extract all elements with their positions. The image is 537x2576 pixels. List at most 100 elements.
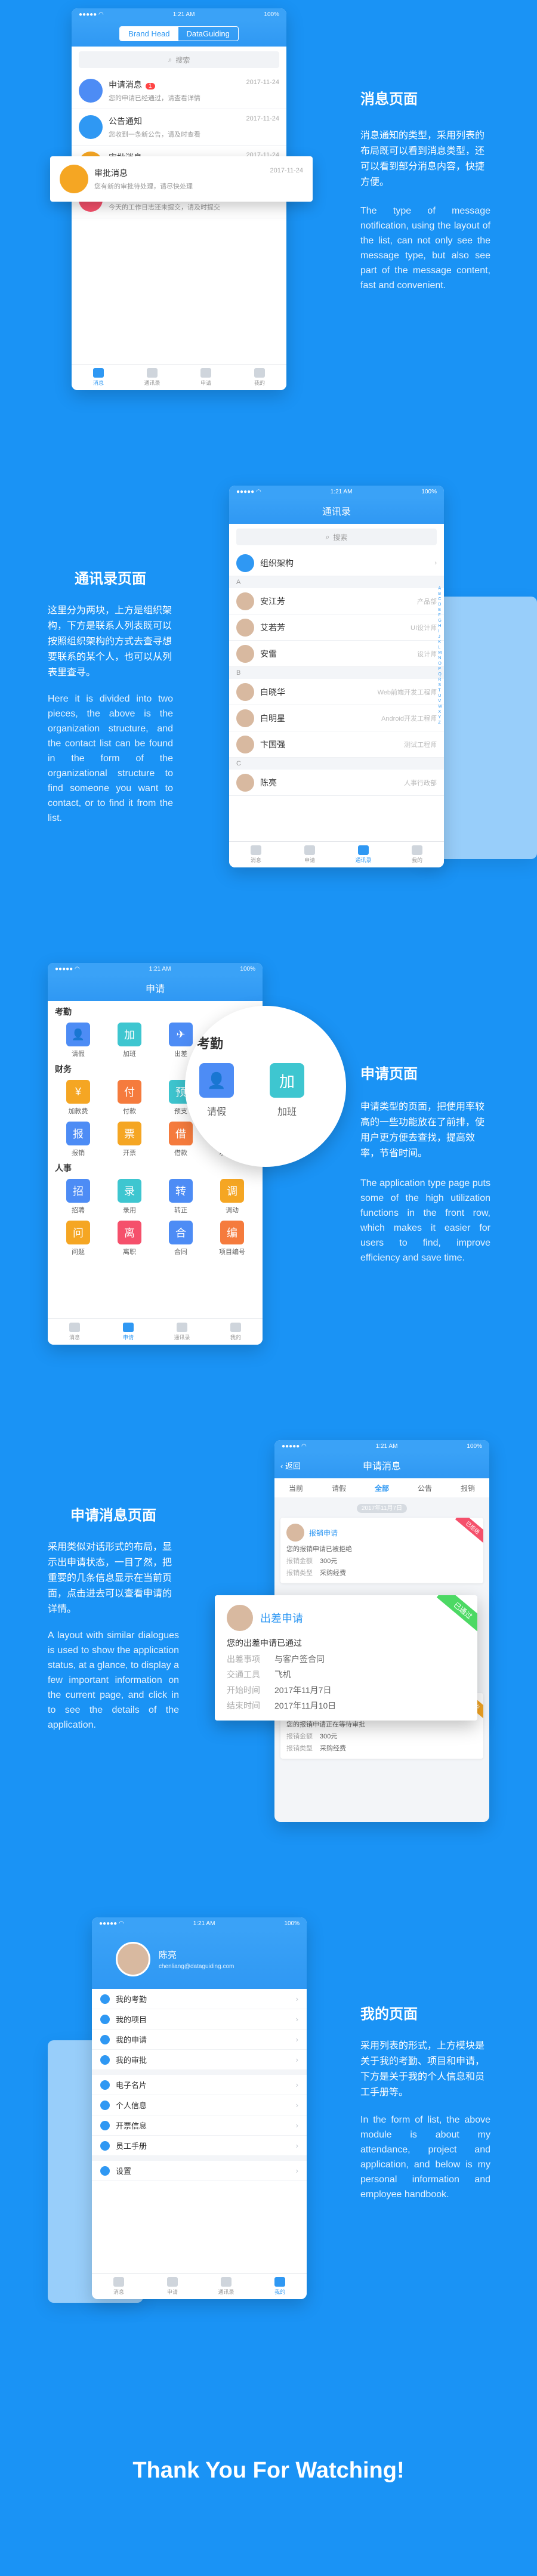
tab-1[interactable]: 申请 <box>101 1319 155 1345</box>
apply-item[interactable]: 转转正 <box>155 1179 206 1215</box>
contact-row[interactable]: 安江芳 产品部 <box>229 588 444 614</box>
apply-item[interactable]: 👤 请假 <box>53 1023 104 1058</box>
index-letter[interactable]: G <box>438 618 442 623</box>
menu-item[interactable]: 我的申请 › <box>92 2030 307 2050</box>
index-letter[interactable]: W <box>438 704 442 709</box>
index-letter[interactable]: N <box>438 656 442 661</box>
index-letter[interactable]: X <box>438 709 442 715</box>
tab-0[interactable]: 消息 <box>48 1319 101 1345</box>
tab-3[interactable]: 我的 <box>233 365 286 390</box>
apply-item[interactable]: 离离职 <box>104 1221 155 1256</box>
menu-item[interactable]: 开票信息 › <box>92 2115 307 2136</box>
index-letter[interactable]: K <box>438 640 442 645</box>
index-letter[interactable]: R <box>438 677 442 682</box>
apply-item[interactable]: 编项目编号 <box>206 1221 258 1256</box>
tab-3[interactable]: 我的 <box>209 1319 263 1345</box>
index-letter[interactable]: T <box>438 688 442 693</box>
zoom-apply-item[interactable]: 👤 请假 <box>199 1063 234 1118</box>
alpha-index[interactable]: ABCDEFGHIJKLMNOPQRSTUVWXYZ <box>438 586 442 725</box>
apply-item[interactable]: 合合同 <box>155 1221 206 1256</box>
menu-item[interactable]: 员工手册 › <box>92 2136 307 2156</box>
tab-1[interactable]: 申请 <box>283 842 337 867</box>
tab-1[interactable]: 申请 <box>146 2274 199 2299</box>
menu-item[interactable]: 设置 › <box>92 2161 307 2181</box>
segment-dataguiding[interactable]: DataGuiding <box>178 27 238 41</box>
contact-row[interactable]: 安雷 设计师 <box>229 641 444 667</box>
index-letter[interactable]: D <box>438 602 442 607</box>
apply-item[interactable]: 调调动 <box>206 1179 258 1215</box>
contact-row[interactable]: 白明星 Android开发工程师 <box>229 705 444 731</box>
apply-item[interactable]: ¥ 加款费 <box>53 1080 104 1116</box>
index-letter[interactable]: I <box>438 629 442 634</box>
tab-0[interactable]: 消息 <box>92 2274 146 2299</box>
back-button[interactable]: ‹ 返回 <box>280 1460 301 1471</box>
index-letter[interactable]: E <box>438 607 442 613</box>
message-row[interactable]: 审批消息 2017-11-24 您有新的审批待处理，请尽快处理 <box>50 156 313 202</box>
index-letter[interactable]: C <box>438 597 442 602</box>
tab-2[interactable]: 通讯录 <box>155 1319 209 1345</box>
index-letter[interactable]: U <box>438 693 442 699</box>
index-letter[interactable]: P <box>438 666 442 672</box>
status-time: 1:21 AM <box>172 11 195 18</box>
apply-item[interactable]: 加加班 <box>104 1023 155 1058</box>
tab-2[interactable]: 通讯录 <box>199 2274 253 2299</box>
index-letter[interactable]: A <box>438 586 442 591</box>
search-input[interactable]: ⌕ 搜索 <box>236 529 437 545</box>
menu-item[interactable]: 我的项目 › <box>92 2009 307 2030</box>
apply-item[interactable]: 付付款 <box>104 1080 155 1116</box>
index-letter[interactable]: Q <box>438 672 442 677</box>
menu-label: 我的申请 <box>116 2036 147 2044</box>
menu-item[interactable]: 电子名片 › <box>92 2075 307 2095</box>
filter-tab[interactable]: 当前 <box>274 1483 317 1493</box>
apply-item[interactable]: 问问题 <box>53 1221 104 1256</box>
index-letter[interactable]: L <box>438 645 442 650</box>
apply-item-label: 报销 <box>72 1150 85 1157</box>
index-letter[interactable]: J <box>438 634 442 640</box>
index-letter[interactable]: S <box>438 682 442 688</box>
index-letter[interactable]: H <box>438 623 442 629</box>
section3-title: 申请页面 <box>360 1066 418 1082</box>
tab-0[interactable]: 消息 <box>229 842 283 867</box>
index-letter[interactable]: Y <box>438 715 442 720</box>
application-popup[interactable]: 出差申请 您的出差申请已通过 出差事项 与客户签合同 交通工具 飞机 开始时间 2017年11… <box>215 1595 477 1721</box>
filter-tab[interactable]: 报销 <box>446 1483 489 1493</box>
zoom-apply-item[interactable]: 加加班 <box>270 1063 304 1118</box>
menu-item[interactable]: 个人信息 › <box>92 2095 307 2115</box>
tab-2[interactable]: 申请 <box>179 365 233 390</box>
org-structure-row[interactable]: 组织架构 › <box>229 550 444 576</box>
application-card[interactable]: 报销申请 您的报销申请已被拒绝 报销金额 300元 报销类型 采购经费 已拒绝 <box>274 1518 489 1583</box>
tab-0[interactable]: 消息 <box>72 365 125 390</box>
apply-item[interactable]: 招招聘 <box>53 1179 104 1215</box>
filter-tab[interactable]: 全部 <box>360 1483 403 1493</box>
index-letter[interactable]: B <box>438 591 442 597</box>
filter-tab[interactable]: 公告 <box>403 1483 446 1493</box>
message-row[interactable]: 公告通知 2017-11-24 您收到一条新公告，请及时查看 <box>72 109 286 146</box>
tab-2[interactable]: 通讯录 <box>337 842 390 867</box>
apply-item[interactable]: 报报销 <box>53 1122 104 1157</box>
contact-row[interactable]: 白晓华 Web前端开发工程师 <box>229 679 444 705</box>
segment-brand-head[interactable]: Brand Head <box>120 26 178 41</box>
menu-item[interactable]: 我的审批 › <box>92 2050 307 2070</box>
phone-contacts: ●●●●● ◠ 1:21 AM 100% 通讯录 ⌕ 搜索 组织架构 › A 安江… <box>229 486 444 867</box>
tab-3[interactable]: 我的 <box>390 842 444 867</box>
index-letter[interactable]: O <box>438 661 442 666</box>
search-input[interactable]: ⌕ 搜索 <box>79 51 279 68</box>
filter-tab[interactable]: 请假 <box>317 1483 360 1493</box>
index-letter[interactable]: F <box>438 613 442 618</box>
contact-row[interactable]: 艾若芳 UI设计师 <box>229 614 444 641</box>
contact-row[interactable]: 卞国强 测试工程师 <box>229 731 444 758</box>
avatar <box>236 644 254 663</box>
tab-1[interactable]: 通讯录 <box>125 365 179 390</box>
message-highlight[interactable]: 审批消息 2017-11-24 您有新的审批待处理，请尽快处理 <box>50 156 313 202</box>
segment-control[interactable]: Brand Head DataGuiding <box>119 26 239 41</box>
index-letter[interactable]: Z <box>438 720 442 725</box>
profile-header[interactable]: 陈亮 chenliang@dataguiding.com <box>92 1929 307 1989</box>
menu-item[interactable]: 我的考勤 › <box>92 1989 307 2009</box>
tab-3[interactable]: 我的 <box>253 2274 307 2299</box>
apply-item[interactable]: 录录用 <box>104 1179 155 1215</box>
index-letter[interactable]: M <box>438 650 442 656</box>
index-letter[interactable]: V <box>438 699 442 704</box>
contact-row[interactable]: 陈亮 人事行政部 <box>229 770 444 796</box>
apply-item[interactable]: 票开票 <box>104 1122 155 1157</box>
message-row[interactable]: 申请消息 1 2017-11-24 您的申请已经通过，请查看详情 <box>72 73 286 109</box>
